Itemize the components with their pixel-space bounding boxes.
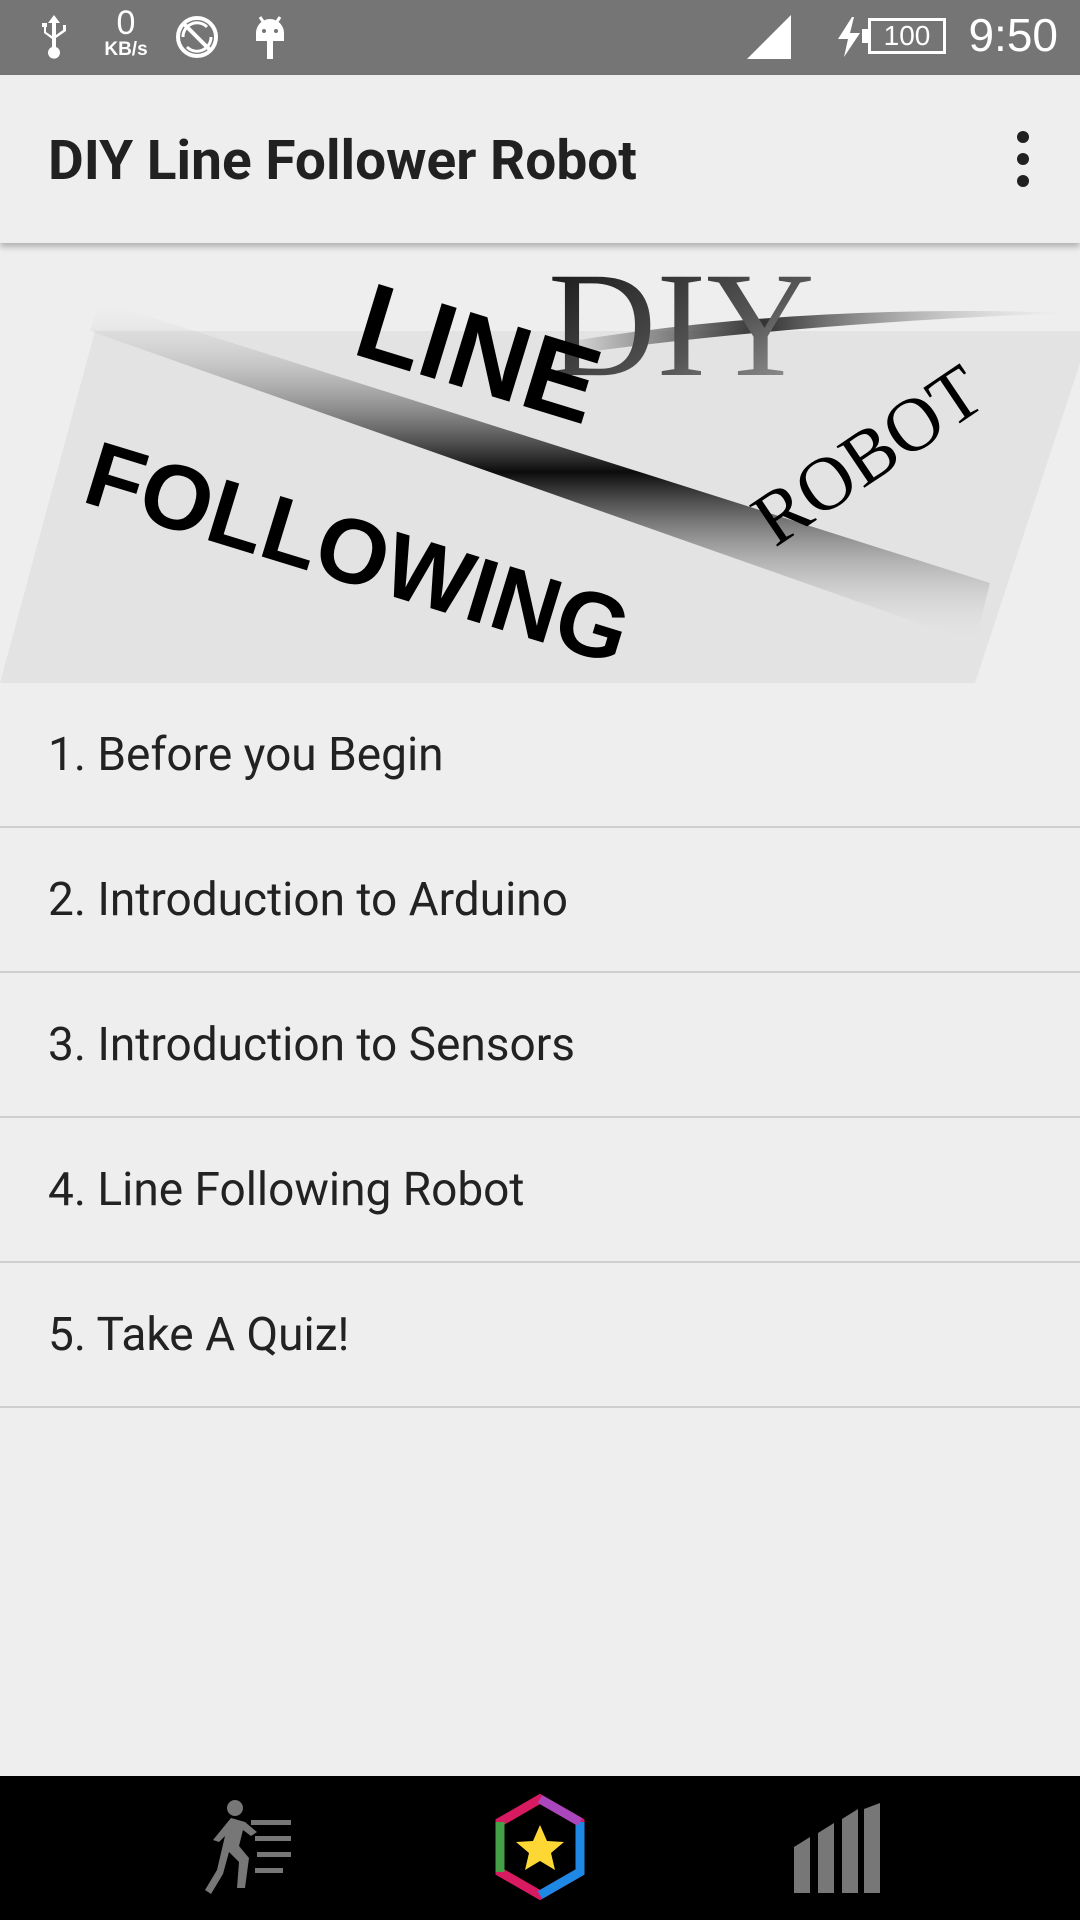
android-icon — [248, 12, 292, 62]
list-item-label: 5. Take A Quiz! — [48, 1307, 350, 1362]
usb-icon — [34, 12, 74, 62]
list-item[interactable]: 5. Take A Quiz! — [0, 1263, 1080, 1408]
status-bar: 0 KB/s 100 9:50 — [0, 0, 1080, 75]
list-item[interactable]: 2. Introduction to Arduino — [0, 828, 1080, 973]
more-vert-icon[interactable] — [988, 123, 1058, 195]
list-item[interactable]: 3. Introduction to Sensors — [0, 973, 1080, 1118]
signal-icon — [746, 12, 794, 62]
running-person-icon[interactable] — [170, 1776, 330, 1920]
network-speed-value: 0 — [116, 4, 136, 42]
list-item-label: 3. Introduction to Sensors — [48, 1017, 576, 1072]
list-item-label: 2. Introduction to Arduino — [48, 872, 568, 927]
sync-disabled-icon — [172, 12, 222, 62]
bar-chart-icon[interactable] — [757, 1776, 917, 1920]
list-item[interactable]: 1. Before you Begin — [0, 683, 1080, 828]
list-item-label: 4. Line Following Robot — [48, 1162, 525, 1217]
app-bar: DIY Line Follower Robot — [0, 75, 1080, 243]
bottom-nav — [0, 1776, 1080, 1920]
star-hexagon-icon[interactable] — [460, 1776, 620, 1920]
list-item-label: 1. Before you Begin — [48, 727, 444, 782]
banner-image: DIY LINE FOLLOWING ROBOT — [0, 242, 1080, 684]
chapter-list: 1. Before you Begin 2. Introduction to A… — [0, 683, 1080, 1408]
status-time: 9:50 — [968, 9, 1058, 61]
page-title: DIY Line Follower Robot — [48, 129, 637, 193]
network-speed-unit: KB/s — [104, 39, 148, 60]
list-item[interactable]: 4. Line Following Robot — [0, 1118, 1080, 1263]
charging-icon — [834, 12, 864, 62]
battery-indicator: 100 — [862, 18, 946, 54]
network-speed: 0 KB/s — [98, 6, 154, 60]
